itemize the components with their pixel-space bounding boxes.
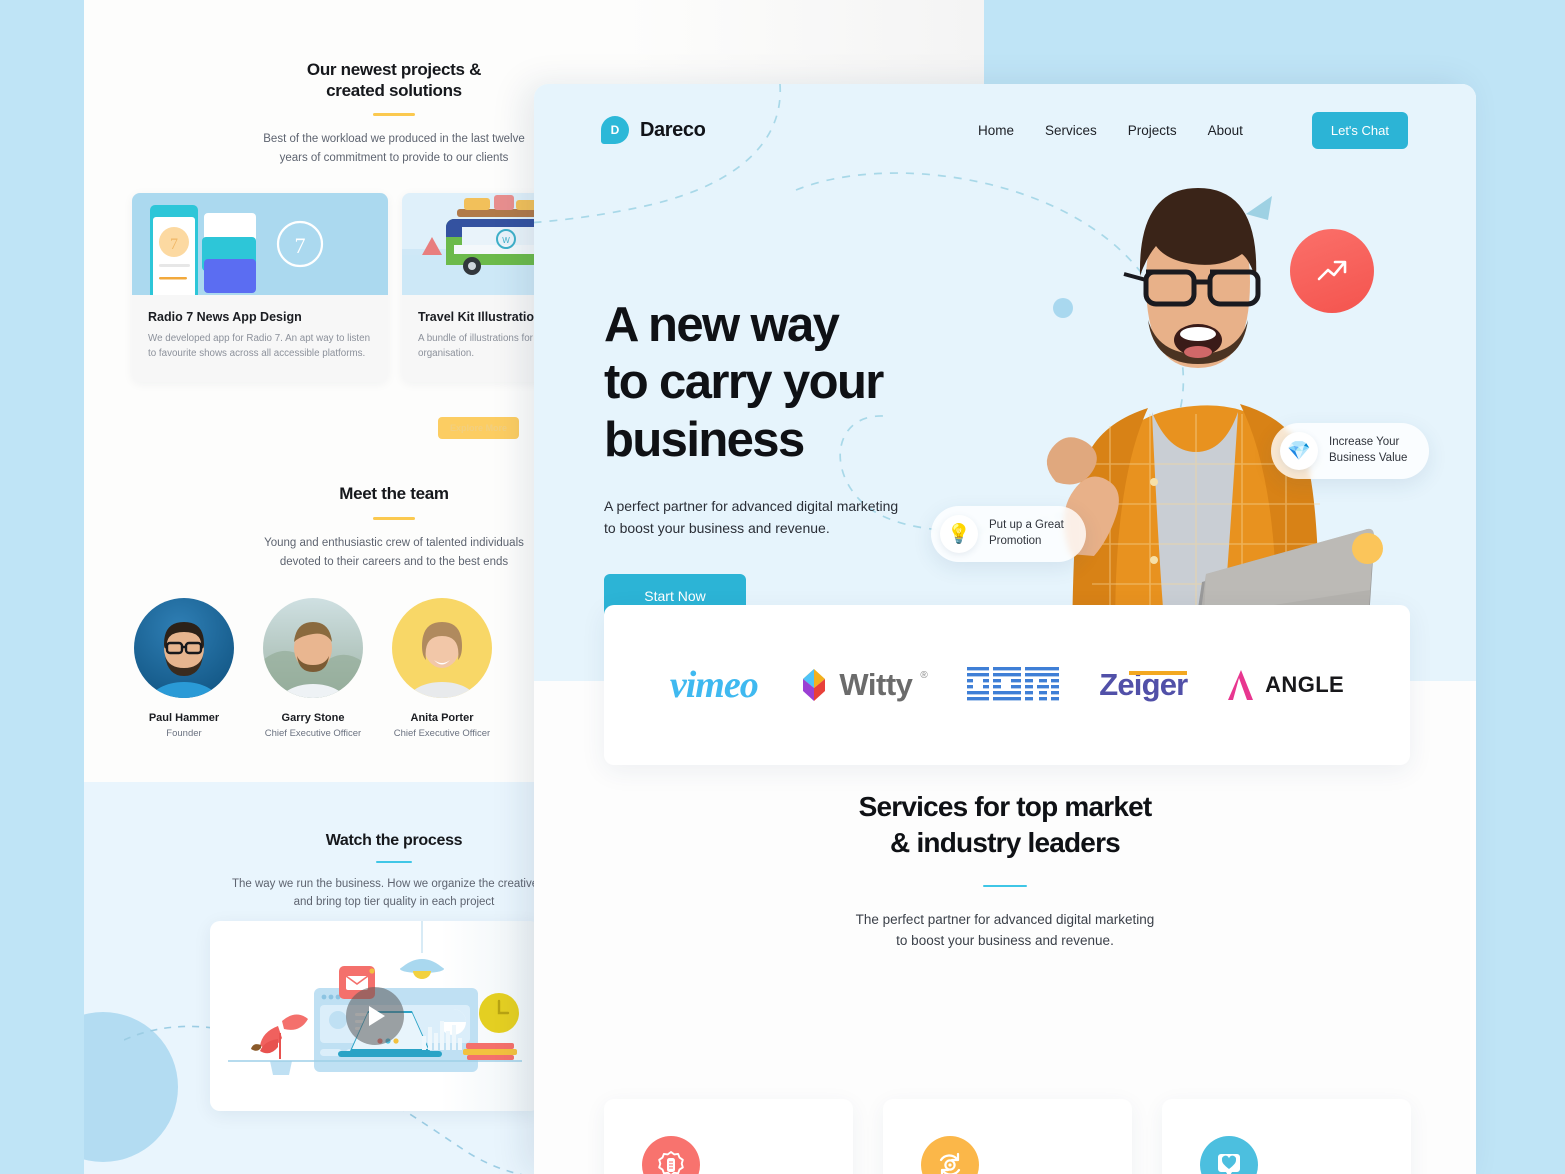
decor-dot-yellow <box>1352 533 1383 564</box>
service-card-developing-cms[interactable]: Developing CMS <box>604 1099 853 1174</box>
svg-text:W: W <box>502 236 510 245</box>
ibm-striped-logo <box>967 667 1060 701</box>
team-member-role: Chief Executive Officer <box>264 728 362 739</box>
process-subtitle-line1: The way we run the business. How we orga… <box>231 877 557 890</box>
services-accent-rule <box>983 884 1027 888</box>
chat-heart-icon <box>1200 1136 1258 1174</box>
hero-section: D Dareco Home Services Projects About Le… <box>534 84 1476 681</box>
play-icon[interactable] <box>346 987 404 1045</box>
nav-links: Home Services Projects About Let's Chat <box>978 111 1408 149</box>
services-subtitle-line1: The perfect partner for advanced digital… <box>855 912 1155 928</box>
badge-text: Increase Your Business Value <box>1329 435 1407 467</box>
projects-title-line2: created solutions <box>326 80 462 100</box>
badge-increase-business-value: 💎 Increase Your Business Value <box>1271 423 1430 479</box>
logo-angle-text: ANGLE <box>1265 672 1345 697</box>
team-member[interactable]: Anita Porter Chief Executive Officer <box>392 598 492 739</box>
badge-put-up-great-promotion: 💡 Put up a Great Promotion <box>931 506 1086 562</box>
badge-text-line2: Promotion <box>989 535 1042 547</box>
project-card-title: Radio 7 News App Design <box>148 310 302 324</box>
top-navigation: D Dareco Home Services Projects About Le… <box>534 84 1476 176</box>
team-member-name: Paul Hammer <box>148 712 220 724</box>
team-member-role: Chief Executive Officer <box>393 728 491 739</box>
services-card-row: Developing CMS Engagement <box>604 1099 1411 1174</box>
screenshot-stage: Our newest projects & created solutions … <box>0 0 1565 1174</box>
explore-more-button[interactable]: Explore More <box>438 417 519 439</box>
logo-witty: Witty ® <box>797 667 928 703</box>
services-subtitle: The perfect partner for advanced digital… <box>534 909 1476 952</box>
process-subtitle-line2: and bring top tier quality in each proje… <box>293 896 495 909</box>
play-triangle <box>369 1006 385 1026</box>
badge-text-line1: Put up a Great <box>989 519 1064 532</box>
gear-document-icon <box>642 1136 700 1174</box>
team-member[interactable]: Garry Stone Chief Executive Officer <box>263 598 363 739</box>
logo-zeiger: Zeiger <box>1099 667 1188 703</box>
trending-up-icon-badge <box>1290 229 1374 313</box>
avatar <box>263 598 363 698</box>
logo-angle: ANGLE <box>1227 668 1344 702</box>
badge-text-line1: Increase Your <box>1329 436 1400 449</box>
hero-heading-line1: A new way <box>604 298 840 352</box>
team-subtitle-line1: Young and enthusiastic crew of talented … <box>264 536 524 549</box>
trending-up-icon <box>1317 260 1347 281</box>
witty-diamond-icon <box>803 669 826 701</box>
lightbulb-icon: 💡 <box>940 515 978 553</box>
logo-ibm <box>967 665 1060 705</box>
logo-zeiger-text: Zeiger <box>1099 667 1188 702</box>
gem-icon: 💎 <box>1280 432 1318 470</box>
refresh-target-icon <box>921 1136 979 1174</box>
avatar <box>134 598 234 698</box>
badge-text: Put up a Great Promotion <box>989 518 1064 550</box>
team-member-name: Anita Porter <box>410 712 474 724</box>
team-member-name: Garry Stone <box>281 712 345 724</box>
services-subtitle-line2: to boost your business and revenue. <box>896 933 1114 949</box>
hero-heading-line2: to carry your <box>604 355 884 410</box>
logo-vimeo-text: vimeo <box>669 664 759 706</box>
decor-dot-blue <box>1053 298 1073 318</box>
hero-paragraph-line1: A perfect partner for advanced digital m… <box>604 497 899 514</box>
services-section: Services for top market & industry leade… <box>534 789 1476 1174</box>
lets-chat-button[interactable]: Let's Chat <box>1311 111 1408 149</box>
nav-link-about[interactable]: About <box>1208 123 1243 138</box>
projects-title-line1: Our newest projects & <box>306 60 482 79</box>
project-card-body: Radio 7 News App Design We developed app… <box>132 295 388 382</box>
brand-name: Dareco <box>640 118 706 141</box>
client-logos-card: vimeo Witty ® Zeiger ANGLE <box>604 605 1410 765</box>
project-card-desc: We developed app for Radio 7. An apt way… <box>148 333 371 360</box>
svg-text:7: 7 <box>170 236 178 253</box>
brand-logo[interactable]: D Dareco <box>601 116 706 144</box>
service-card-social-media[interactable]: Social Media <box>1162 1099 1411 1174</box>
angle-lambda-icon <box>1228 670 1254 700</box>
team-member[interactable]: Paul Hammer Founder <box>134 598 234 739</box>
projects-subtitle-line2: years of commitment to provide to our cl… <box>279 152 509 165</box>
nav-link-projects[interactable]: Projects <box>1128 123 1177 138</box>
projects-subtitle-line1: Best of the workload we produced in the … <box>263 133 525 146</box>
logo-vimeo: vimeo <box>669 663 759 707</box>
team-member-role: Founder <box>166 728 202 739</box>
avatar <box>392 598 492 698</box>
logo-witty-text: Witty <box>839 667 913 702</box>
project-card[interactable]: 7 7 Radio 7 News App Design We developed… <box>132 193 388 382</box>
hero-heading: A new way to carry your business <box>604 297 1004 469</box>
hero-heading-line3: business <box>604 412 805 467</box>
service-card-engagement[interactable]: Engagement <box>883 1099 1132 1174</box>
hero-copy: A new way to carry your business A perfe… <box>604 297 1004 619</box>
team-accent-rule <box>373 516 415 520</box>
team-subtitle-line2: devoted to their careers and to the best… <box>279 555 509 568</box>
logo-witty-registered-mark: ® <box>920 670 928 681</box>
team-member-row: Paul Hammer Founder Garry Stone Chief Ex… <box>134 598 492 739</box>
svg-text:7: 7 <box>295 233 306 258</box>
process-accent-rule <box>376 860 412 863</box>
badge-text-line2: Business Value <box>1329 452 1408 464</box>
dareco-logo-icon: D <box>601 116 629 144</box>
services-title-line2: & industry leaders <box>890 826 1121 858</box>
nav-link-services[interactable]: Services <box>1045 123 1097 138</box>
hero-paragraph-line2: to boost your business and revenue. <box>604 520 830 537</box>
process-video-card[interactable] <box>210 921 540 1111</box>
project-thumbnail-radio: 7 7 <box>132 193 388 295</box>
services-title-line1: Services for top market <box>858 791 1153 822</box>
projects-accent-rule <box>373 113 415 117</box>
services-title: Services for top market & industry leade… <box>534 789 1476 861</box>
nav-link-home[interactable]: Home <box>978 123 1014 138</box>
